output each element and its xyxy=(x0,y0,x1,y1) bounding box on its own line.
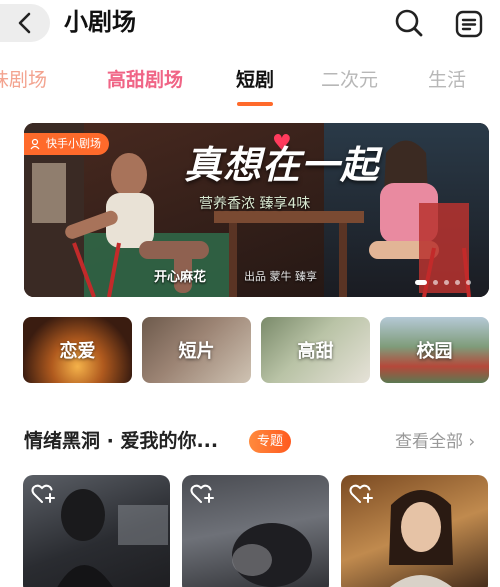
carousel-dot[interactable] xyxy=(455,280,460,285)
category-label: 短片 xyxy=(178,341,215,362)
chevron-left-icon xyxy=(18,12,31,34)
heart-plus-icon[interactable] xyxy=(349,483,375,505)
promo-banner[interactable]: 快手小剧场 ♥ 真想在一起 营养香浓 臻享4味 开心麻花 出品 蒙牛 臻享 xyxy=(24,123,489,297)
banner-brand: 开心麻花 xyxy=(154,270,207,285)
carousel-dot[interactable] xyxy=(444,280,449,285)
tab-anime[interactable]: 二次元 xyxy=(321,66,378,94)
video-card[interactable] xyxy=(182,475,329,587)
user-group-icon xyxy=(30,138,40,150)
category-label: 校园 xyxy=(416,341,453,362)
category-label: 恋爱 xyxy=(59,341,96,362)
page-title: 小剧场 xyxy=(64,8,136,36)
banner-sponsors: 出品 蒙牛 臻享 xyxy=(244,270,317,283)
search-icon xyxy=(395,9,423,37)
category-campus[interactable]: 校园 xyxy=(380,317,489,383)
tab-short-drama[interactable]: 短剧 xyxy=(236,66,274,94)
heart-plus-icon[interactable] xyxy=(190,483,216,505)
banner-headline: 真想在一起 xyxy=(184,143,380,187)
category-romance[interactable]: 恋爱 xyxy=(23,317,132,383)
menu-button[interactable] xyxy=(453,8,485,40)
heart-plus-icon[interactable] xyxy=(31,483,57,505)
banner-badge: 快手小剧场 xyxy=(24,133,109,155)
back-button[interactable] xyxy=(0,4,50,42)
see-all-link[interactable]: 查看全部 › xyxy=(395,430,475,454)
carousel-dot[interactable] xyxy=(466,280,471,285)
banner-badge-label: 快手小剧场 xyxy=(46,137,101,150)
category-shortcuts: 恋爱 短片 高甜 校园 xyxy=(23,317,489,383)
carousel-dot[interactable] xyxy=(415,280,427,285)
video-card[interactable] xyxy=(341,475,488,587)
tab-taste-theater[interactable]: 味剧场 xyxy=(0,66,47,94)
list-menu-icon xyxy=(455,10,483,38)
category-sweet[interactable]: 高甜 xyxy=(261,317,370,383)
category-label: 高甜 xyxy=(297,341,334,362)
category-short-film[interactable]: 短片 xyxy=(142,317,251,383)
section-title[interactable]: 情绪黑洞 · 爱我的你... xyxy=(24,426,218,456)
carousel-dot[interactable] xyxy=(433,280,438,285)
search-button[interactable] xyxy=(392,6,426,40)
carousel-indicator xyxy=(415,280,471,285)
top-bar: 小剧场 xyxy=(0,0,500,48)
topic-badge: 专题 xyxy=(249,430,292,453)
video-card[interactable] xyxy=(23,475,170,587)
tab-sweet-theater[interactable]: 高甜剧场 xyxy=(107,66,183,94)
tab-life[interactable]: 生活 xyxy=(428,66,466,94)
banner-tagline: 营养香浓 臻享4味 xyxy=(199,196,311,212)
active-tab-indicator xyxy=(237,102,273,106)
video-card-row xyxy=(23,475,500,587)
